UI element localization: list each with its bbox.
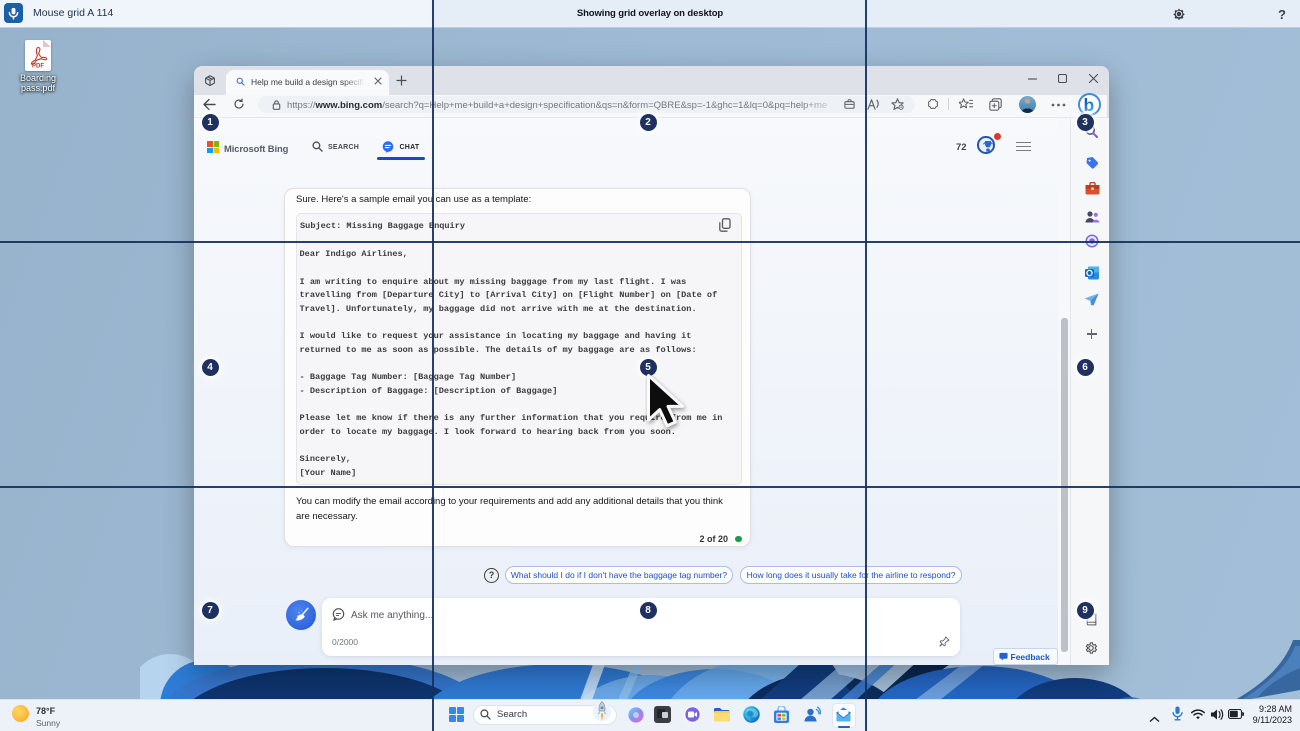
- svg-text:PDF: PDF: [32, 64, 44, 70]
